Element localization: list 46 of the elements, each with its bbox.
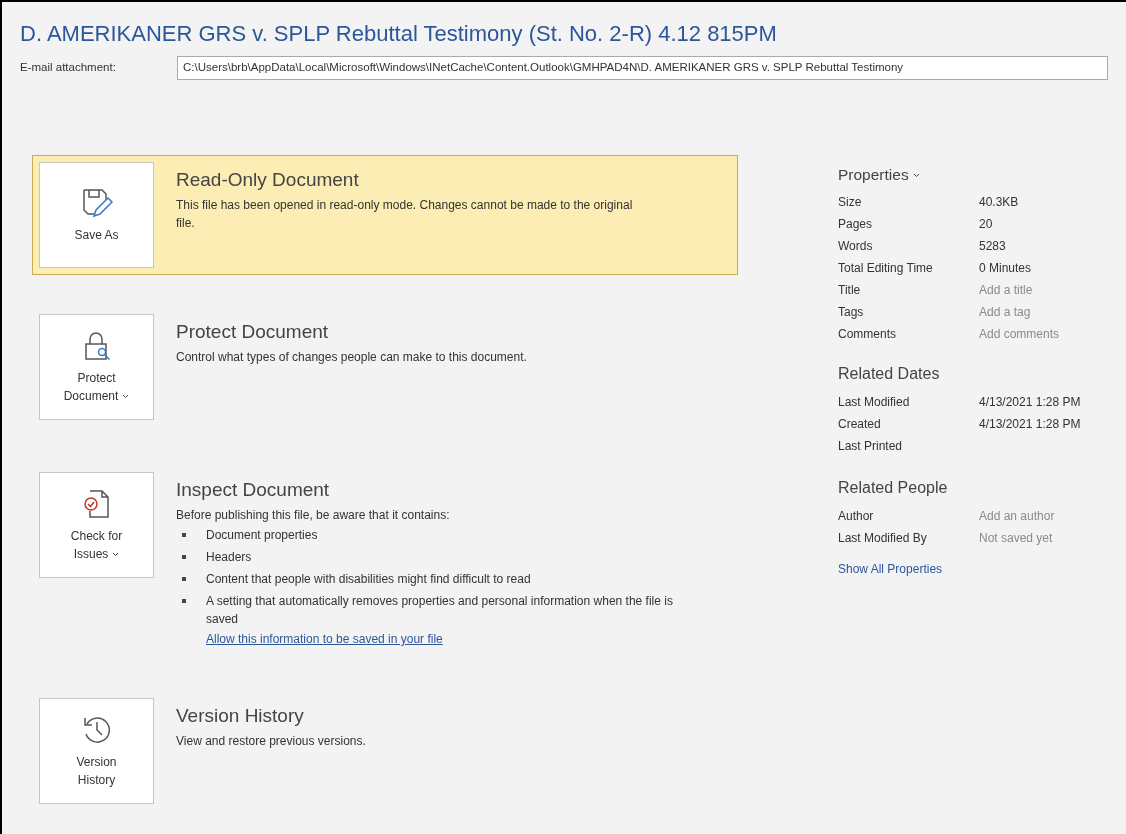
- property-label: Created: [838, 416, 882, 433]
- property-label: Last Modified: [838, 394, 911, 411]
- property-label: Author: [838, 508, 875, 525]
- property-label: Last Modified By: [838, 530, 928, 547]
- section-button[interactable]: Protect Document: [39, 314, 154, 420]
- property-label: Last Printed: [838, 438, 904, 455]
- related-people-heading: Related People: [838, 478, 949, 499]
- section-heading: Version History: [176, 704, 305, 728]
- bullet-text: A setting that automatically removes properties and personal information when the file is saved: [206, 593, 674, 628]
- section-description: View and restore previous versions.: [176, 733, 367, 750]
- property-label: Title: [838, 282, 862, 299]
- attachment-path-field[interactable]: C:\Users\brb\AppData\Local\Microsoft\Windows\INetCache\Content.Outlook\GMHPAD4N\D. AMERIKANER GRS v. SPLP Rebuttal Testimony: [177, 56, 1108, 80]
- section-description: Control what types of changes people can make to this document.: [176, 349, 528, 366]
- section-description: Before publishing this file, be aware that it contains:: [176, 507, 451, 524]
- section-heading: Read-Only Document: [176, 168, 360, 192]
- property-value: 40.3KB: [979, 194, 1019, 211]
- property-value: 4/13/2021 1:28 PM: [979, 394, 1081, 411]
- related-dates-heading: Related Dates: [838, 364, 941, 385]
- property-label: Words: [838, 238, 874, 255]
- properties-dropdown[interactable]: Properties: [838, 163, 920, 187]
- property-label: Total Editing Time: [838, 260, 934, 277]
- property-value: 5283: [979, 238, 1006, 255]
- document-title: D. AMERIKANER GRS v. SPLP Rebuttal Testimony (St. No. 2-R) 4.12 815PM: [20, 20, 778, 48]
- property-value: 4/13/2021 1:28 PM: [979, 416, 1081, 433]
- property-label: Pages: [838, 216, 874, 233]
- property-value: 0 Minutes: [979, 260, 1032, 277]
- allow-info-link[interactable]: Allow this information to be saved in your file: [206, 630, 443, 648]
- attachment-label: E-mail attachment:: [20, 60, 117, 76]
- property-label: Size: [838, 194, 863, 211]
- property-value: 20: [979, 216, 993, 233]
- bullet-icon: [182, 599, 186, 603]
- section-description: This file has been opened in read-only mode. Changes cannot be made to the original file.: [176, 197, 634, 232]
- section-heading: Inspect Document: [176, 478, 331, 502]
- section-heading: Protect Document: [176, 320, 330, 344]
- bullet-text: Content that people with disabilities might find difficult to read: [206, 571, 532, 588]
- bullet-text: Headers: [206, 549, 253, 566]
- bullet-icon: [182, 577, 186, 581]
- section-button[interactable]: Save As: [39, 162, 154, 268]
- property-label: Tags: [838, 304, 865, 321]
- bullet-icon: [182, 555, 186, 559]
- property-label: Comments: [838, 326, 897, 343]
- show-all-properties-link[interactable]: Show All Properties: [838, 560, 1081, 579]
- bullet-icon: [182, 533, 186, 537]
- section-button[interactable]: Check for Issues: [39, 472, 154, 578]
- section-button[interactable]: Version History: [39, 698, 154, 804]
- bullet-text: Document properties: [206, 527, 319, 544]
